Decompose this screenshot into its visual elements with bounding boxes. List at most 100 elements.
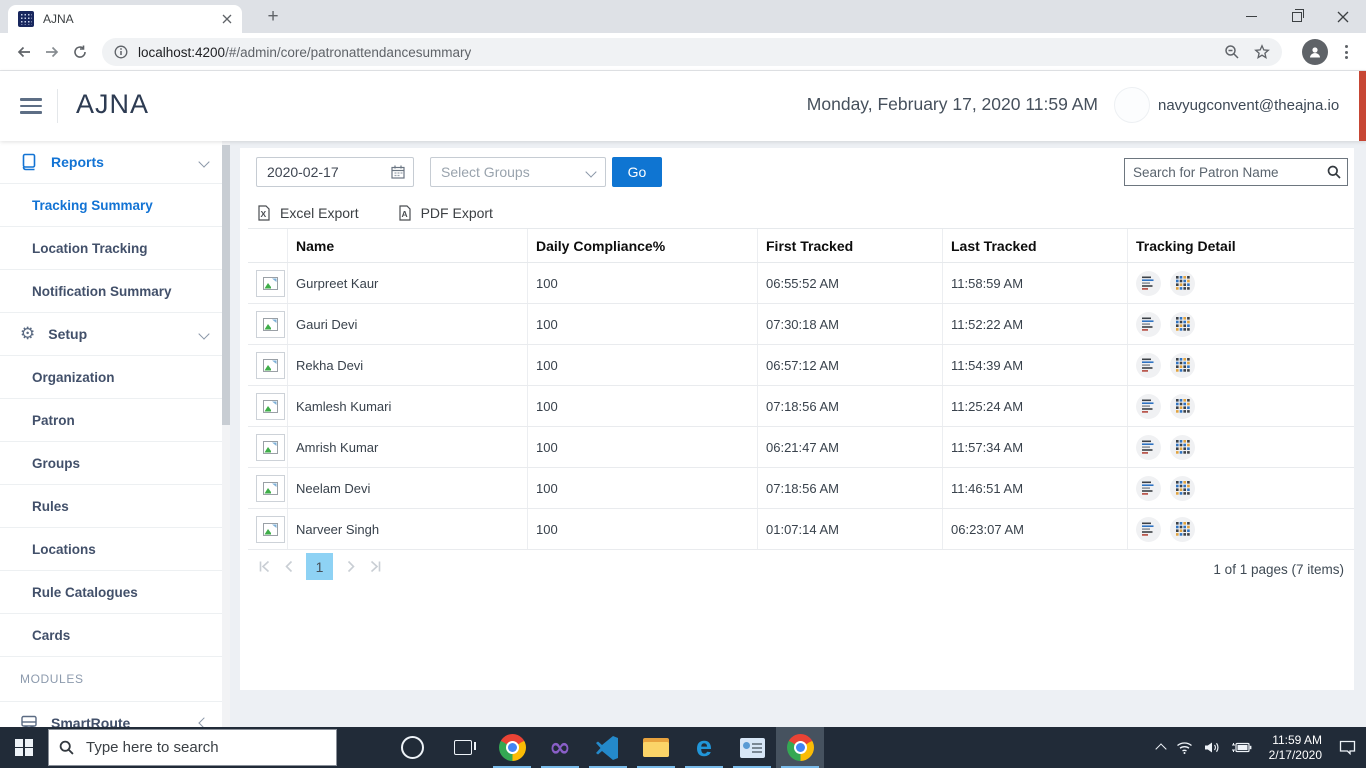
hidden-icons-chevron[interactable] xyxy=(1154,743,1167,755)
forward-button[interactable] xyxy=(38,38,66,66)
name-column-header[interactable]: Name xyxy=(288,229,528,262)
action-center-icon[interactable] xyxy=(1339,740,1356,755)
tracking-grid-button[interactable] xyxy=(1170,270,1195,296)
tracking-list-button[interactable] xyxy=(1136,352,1161,378)
compliance-column-header[interactable]: Daily Compliance% xyxy=(528,229,758,262)
reload-button[interactable] xyxy=(66,38,94,66)
date-input[interactable] xyxy=(257,164,391,180)
page-info-icon[interactable] xyxy=(114,45,128,59)
table-row: Rekha Devi 100 06:57:12 AM 11:54:39 AM xyxy=(248,345,1354,386)
pdf-export-label: PDF Export xyxy=(420,205,493,221)
wifi-icon[interactable] xyxy=(1176,741,1193,754)
sidebar-item-label: Rule Catalogues xyxy=(32,584,138,600)
taskbar-visual-studio-icon[interactable]: ∞ xyxy=(536,727,584,768)
taskbar-chrome-active-icon[interactable] xyxy=(776,727,824,768)
compliance-value: 100 xyxy=(528,345,758,385)
tracking-list-button[interactable] xyxy=(1136,270,1161,296)
window-minimize-button[interactable] xyxy=(1228,0,1274,33)
calendar-icon[interactable] xyxy=(391,165,405,179)
tracking-grid-button[interactable] xyxy=(1170,475,1195,501)
tracking-grid-button[interactable] xyxy=(1170,311,1195,337)
tracking-grid-button[interactable] xyxy=(1170,516,1195,542)
taskbar-clock[interactable]: 11:59 AM 2/17/2020 xyxy=(1269,733,1322,763)
last-tracked-column-header[interactable]: Last Tracked xyxy=(943,229,1128,262)
taskbar-file-explorer-icon[interactable] xyxy=(632,727,680,768)
sidebar-item-location-tracking[interactable]: Location Tracking xyxy=(0,227,222,270)
excel-export-button[interactable]: Excel Export xyxy=(256,205,359,221)
first-page-button[interactable] xyxy=(256,559,272,575)
task-view-icon[interactable] xyxy=(454,740,476,755)
taskbar-chrome-icon[interactable] xyxy=(488,727,536,768)
taskbar-search-input[interactable] xyxy=(84,738,326,757)
search-icon[interactable] xyxy=(1327,165,1341,179)
last-page-button[interactable] xyxy=(367,559,383,575)
hamburger-menu-icon[interactable] xyxy=(20,98,42,118)
cortana-icon[interactable] xyxy=(401,736,424,759)
current-page-button[interactable]: 1 xyxy=(306,553,333,580)
sidebar-item-rules[interactable]: Rules xyxy=(0,485,222,528)
patron-name: Neelam Devi xyxy=(288,468,528,508)
tracking-list-button[interactable] xyxy=(1136,393,1161,419)
go-button[interactable]: Go xyxy=(612,157,662,187)
first-tracked-value: 07:18:56 AM xyxy=(758,386,943,426)
table-row: Gauri Devi 100 07:30:18 AM 11:52:22 AM xyxy=(248,304,1354,345)
user-avatar[interactable] xyxy=(1114,87,1150,123)
sidebar-item-cards[interactable]: Cards xyxy=(0,614,222,657)
first-tracked-value: 01:07:14 AM xyxy=(758,509,943,549)
browser-tab[interactable]: AJNA xyxy=(8,5,242,33)
tracking-grid-button[interactable] xyxy=(1170,352,1195,378)
first-tracked-column-header[interactable]: First Tracked xyxy=(758,229,943,262)
sidebar-section-setup[interactable]: ⚙ Setup xyxy=(0,313,222,356)
patron-name: Kamlesh Kumari xyxy=(288,386,528,426)
back-button[interactable] xyxy=(10,38,38,66)
next-page-button[interactable] xyxy=(342,559,358,575)
browser-profile-icon[interactable] xyxy=(1302,39,1328,65)
window-close-button[interactable] xyxy=(1320,0,1366,33)
tracking-list-button[interactable] xyxy=(1136,311,1161,337)
taskbar-apps: ∞ e xyxy=(488,727,824,768)
patron-search-input[interactable] xyxy=(1125,164,1327,180)
battery-icon[interactable] xyxy=(1231,742,1252,753)
sidebar-item-groups[interactable]: Groups xyxy=(0,442,222,485)
pdf-export-button[interactable]: PDF Export xyxy=(397,205,493,221)
groups-select[interactable]: Select Groups xyxy=(430,157,606,187)
sidebar-item-organization[interactable]: Organization xyxy=(0,356,222,399)
sidebar-item-patron[interactable]: Patron xyxy=(0,399,222,442)
sidebar-item-label: Cards xyxy=(32,627,71,643)
window-restore-button[interactable] xyxy=(1274,0,1320,33)
date-picker[interactable] xyxy=(256,157,414,187)
sidebar-item-locations[interactable]: Locations xyxy=(0,528,222,571)
sidebar-item-tracking-summary[interactable]: Tracking Summary xyxy=(0,184,222,227)
bookmark-star-icon[interactable] xyxy=(1254,44,1270,60)
tracking-grid-button[interactable] xyxy=(1170,434,1195,460)
modules-heading: MODULES xyxy=(0,657,222,702)
browser-menu-icon[interactable] xyxy=(1336,42,1356,62)
taskbar-search[interactable] xyxy=(48,729,337,766)
user-email[interactable]: navyugconvent@theajna.io xyxy=(1158,97,1339,114)
taskbar-edge-icon[interactable]: e xyxy=(680,727,728,768)
tracking-list-button[interactable] xyxy=(1136,434,1161,460)
sidebar-section-reports[interactable]: Reports xyxy=(0,141,222,184)
tracking-list-button[interactable] xyxy=(1136,516,1161,542)
start-button[interactable] xyxy=(0,727,48,768)
sidebar-scrollbar-thumb[interactable] xyxy=(222,145,230,425)
taskbar-app-icon[interactable] xyxy=(728,727,776,768)
taskbar: ∞ e 11:59 AM 2/17/2020 xyxy=(0,727,1366,768)
tracking-grid-button[interactable] xyxy=(1170,393,1195,419)
table-row: Kamlesh Kumari 100 07:18:56 AM 11:25:24 … xyxy=(248,386,1354,427)
photo-column-header xyxy=(248,229,288,262)
volume-icon[interactable] xyxy=(1204,741,1220,754)
new-tab-button[interactable]: + xyxy=(260,4,286,30)
tab-close-icon[interactable] xyxy=(222,14,232,24)
tracking-list-button[interactable] xyxy=(1136,475,1161,501)
sidebar-module-smartroute[interactable]: SmartRoute xyxy=(0,702,222,727)
patron-name: Gauri Devi xyxy=(288,304,528,344)
patron-search[interactable] xyxy=(1124,158,1348,186)
compliance-value: 100 xyxy=(528,386,758,426)
zoom-indicator-icon[interactable] xyxy=(1224,44,1240,60)
address-bar[interactable]: localhost:4200/#/admin/core/patronattend… xyxy=(102,38,1282,66)
taskbar-vscode-icon[interactable] xyxy=(584,727,632,768)
prev-page-button[interactable] xyxy=(281,559,297,575)
sidebar-item-notification-summary[interactable]: Notification Summary xyxy=(0,270,222,313)
sidebar-item-rule-catalogues[interactable]: Rule Catalogues xyxy=(0,571,222,614)
